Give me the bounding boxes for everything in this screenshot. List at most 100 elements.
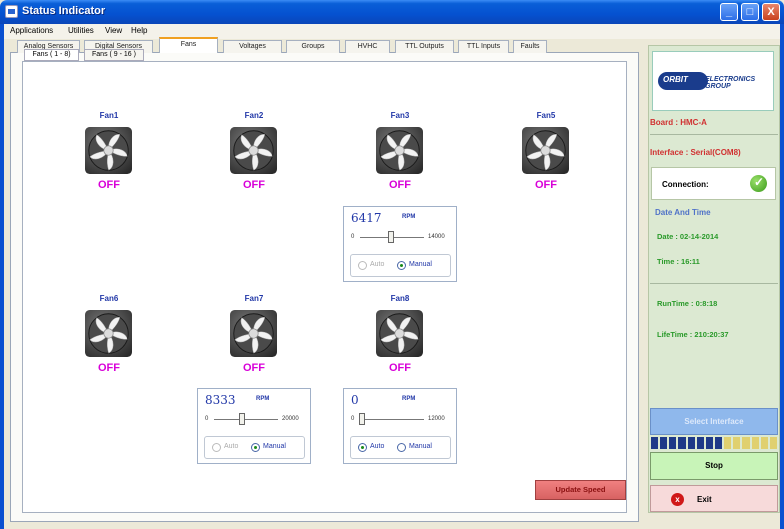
fan-status: OFF: [389, 362, 411, 374]
progress-segment: [687, 437, 695, 449]
progress-segment: [660, 437, 668, 449]
minimize-button[interactable]: _: [720, 3, 738, 21]
rpm-slider-thumb[interactable]: [239, 413, 245, 425]
fan-icon: [376, 127, 423, 174]
progress-segment: [696, 437, 704, 449]
rpm-slider-track[interactable]: [214, 419, 278, 420]
progress-segment: [724, 437, 732, 449]
fan-status: OFF: [98, 179, 120, 191]
fan-icon: [230, 310, 277, 357]
rpm-value: 8333: [205, 393, 236, 407]
tab-groups[interactable]: Groups: [286, 40, 340, 53]
stop-button[interactable]: Stop: [650, 452, 778, 480]
rpm-unit: RPM: [256, 396, 270, 402]
rpm-slider-thumb[interactable]: [388, 231, 394, 243]
tab-voltages[interactable]: Voltages: [223, 40, 282, 53]
menu-applications[interactable]: Applications: [10, 26, 53, 35]
lifetime-label: LifeTime : 210:20:37: [657, 330, 729, 339]
fan-name: Fan8: [390, 294, 410, 303]
manual-radio[interactable]: [251, 443, 260, 452]
select-interface-button[interactable]: Select Interface: [650, 408, 778, 435]
tab-faults[interactable]: Faults: [513, 40, 547, 53]
auto-radio[interactable]: [358, 261, 367, 270]
manual-label: Manual: [409, 443, 432, 450]
app-icon: [5, 5, 18, 18]
menu-view[interactable]: View: [105, 26, 122, 35]
fan-status: OFF: [98, 362, 120, 374]
menu-utilities[interactable]: Utilities: [68, 26, 94, 35]
title-bar: Status Indicator _ □ X: [0, 0, 784, 24]
progress-segment: [705, 437, 713, 449]
connection-box: Connection:: [651, 167, 776, 200]
fan-icon: [230, 127, 277, 174]
fan-name: Fan7: [244, 294, 264, 303]
divider: [650, 134, 778, 135]
rpm-control-fan8: 0 RPM 0 12000 Auto Manual: [343, 388, 457, 464]
auto-label: Auto: [370, 443, 385, 450]
fan-status: OFF: [243, 179, 265, 191]
window-title: Status Indicator: [22, 5, 106, 17]
rpm-slider-track[interactable]: [360, 419, 424, 420]
tab-ttl-outputs[interactable]: TTL Outputs: [395, 40, 454, 53]
connection-label: Connection:: [662, 180, 709, 189]
fan-name: Fan1: [99, 111, 119, 120]
rpm-max: 20000: [282, 416, 299, 422]
window-frame-right: [780, 24, 784, 529]
manual-label: Manual: [409, 261, 432, 268]
progress-segment: [669, 437, 677, 449]
progress-segment: [760, 437, 768, 449]
maximize-button[interactable]: □: [741, 3, 759, 21]
menu-bar: Applications Utilities View Help: [4, 24, 780, 39]
rpm-min: 0: [205, 416, 209, 422]
rpm-max: 12000: [428, 416, 445, 422]
rpm-max: 14000: [428, 234, 445, 240]
rpm-unit: RPM: [402, 396, 416, 402]
fan-status: OFF: [243, 362, 265, 374]
fan-name: Fan6: [99, 294, 119, 303]
divider: [650, 283, 778, 284]
progress-segment: [742, 437, 750, 449]
auto-radio[interactable]: [358, 443, 367, 452]
fan-status: OFF: [389, 179, 411, 191]
fan-icon: [85, 310, 132, 357]
fan-name: Fan2: [244, 111, 264, 120]
tab-fans[interactable]: Fans: [159, 37, 218, 53]
progress-segment: [678, 437, 686, 449]
logo-badge-text: ORBIT: [663, 75, 688, 84]
rpm-slider-thumb[interactable]: [359, 413, 365, 425]
fan-icon: [85, 127, 132, 174]
exit-button[interactable]: x Exit: [650, 485, 778, 512]
exit-label: Exit: [697, 495, 712, 504]
date-label: Date : 02-14-2014: [657, 232, 719, 241]
auto-label: Auto: [370, 261, 385, 268]
rpm-control-fan3: 6417 RPM 0 14000 Auto Manual: [343, 206, 457, 282]
subtab-fans-1-8[interactable]: Fans ( 1 - 8): [24, 49, 79, 61]
update-speed-button[interactable]: Update Speed: [535, 480, 626, 500]
rpm-min: 0: [351, 416, 355, 422]
menu-help[interactable]: Help: [131, 26, 147, 35]
fan-icon: [522, 127, 569, 174]
manual-label: Manual: [263, 443, 286, 450]
logo-text: ELECTRONICS GROUP: [705, 76, 756, 90]
time-label: Time : 16:11: [657, 257, 700, 266]
rpm-min: 0: [351, 234, 355, 240]
rpm-unit: RPM: [402, 214, 416, 220]
mode-group: Auto Manual: [350, 254, 451, 277]
progress-segment: [751, 437, 759, 449]
manual-radio[interactable]: [397, 261, 406, 270]
progress-segment: [769, 437, 777, 449]
auto-label: Auto: [224, 443, 239, 450]
progress-segment: [651, 437, 659, 449]
close-button[interactable]: X: [762, 3, 780, 21]
tab-ttl-inputs[interactable]: TTL Inputs: [458, 40, 509, 53]
fan-name: Fan3: [390, 111, 410, 120]
exit-icon: x: [671, 493, 684, 506]
mode-group: Auto Manual: [204, 436, 305, 459]
interface-label: Interface : Serial(COM8): [650, 148, 741, 157]
tab-hvhc[interactable]: HVHC: [345, 40, 390, 53]
auto-radio[interactable]: [212, 443, 221, 452]
manual-radio[interactable]: [397, 443, 406, 452]
subtab-fans-9-16[interactable]: Fans ( 9 - 16 ): [84, 49, 144, 61]
fan-name: Fan5: [536, 111, 556, 120]
window-frame-left: [0, 24, 4, 529]
